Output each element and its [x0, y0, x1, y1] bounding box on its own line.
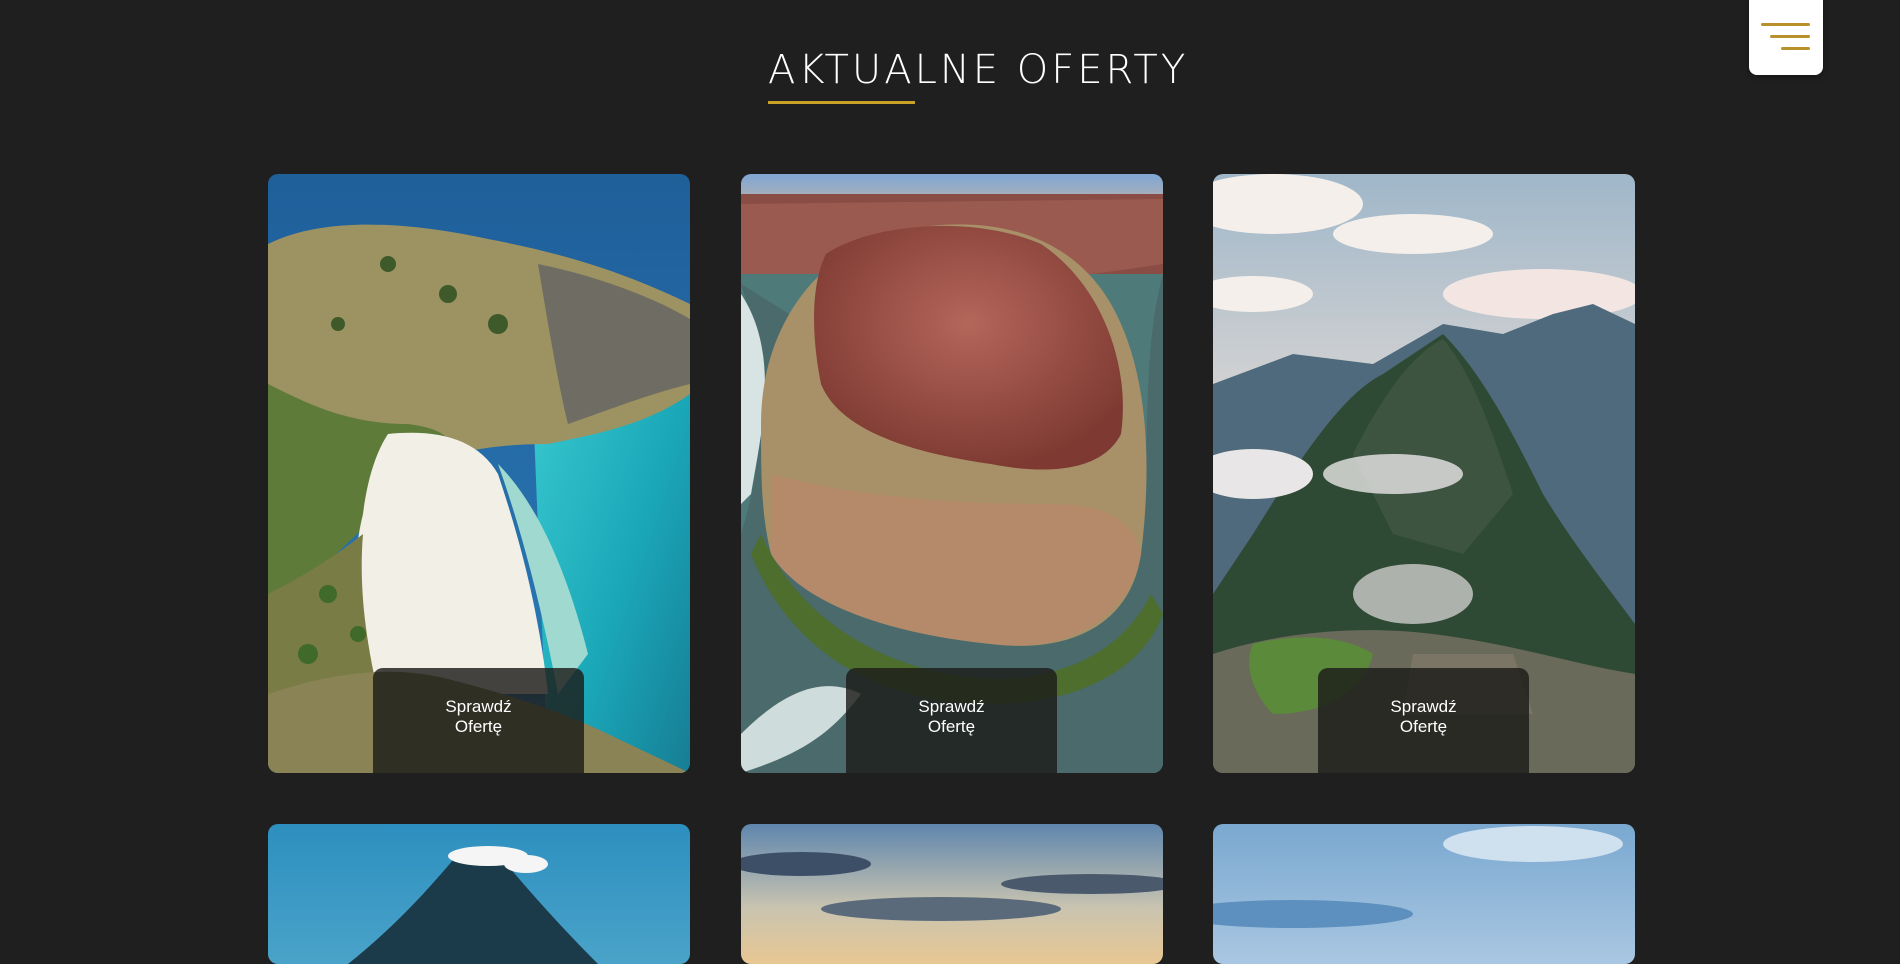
button-label-line1: Sprawdź — [918, 696, 985, 716]
offer-card[interactable]: Sprawdź Ofertę — [1213, 174, 1635, 773]
button-label-line1: Sprawdź — [1390, 696, 1457, 716]
offer-image-sunset-sky — [741, 824, 1163, 964]
check-offer-button[interactable]: Sprawdź Ofertę — [846, 668, 1057, 773]
offer-card[interactable] — [268, 824, 690, 964]
button-label-line2: Ofertę — [1399, 716, 1448, 736]
offer-card[interactable]: Sprawdź Ofertę — [741, 174, 1163, 773]
offer-image-volcano — [268, 824, 690, 964]
check-offer-button[interactable]: Sprawdź Ofertę — [1318, 668, 1529, 773]
offer-card[interactable]: Sprawdź Ofertę — [268, 174, 690, 773]
offer-image-blue-sky — [1213, 824, 1635, 964]
hamburger-menu-icon — [1761, 23, 1810, 53]
button-label-line2: Ofertę — [454, 716, 503, 736]
page-title: AKTUALNE OFERTY — [768, 47, 1189, 93]
offer-card[interactable] — [741, 824, 1163, 964]
menu-button[interactable] — [1749, 0, 1823, 75]
button-label-line2: Ofertę — [927, 716, 976, 736]
offer-card[interactable] — [1213, 824, 1635, 964]
button-label-line1: Sprawdź — [445, 696, 512, 716]
check-offer-button[interactable]: Sprawdź Ofertę — [373, 668, 584, 773]
title-underline — [768, 101, 915, 104]
